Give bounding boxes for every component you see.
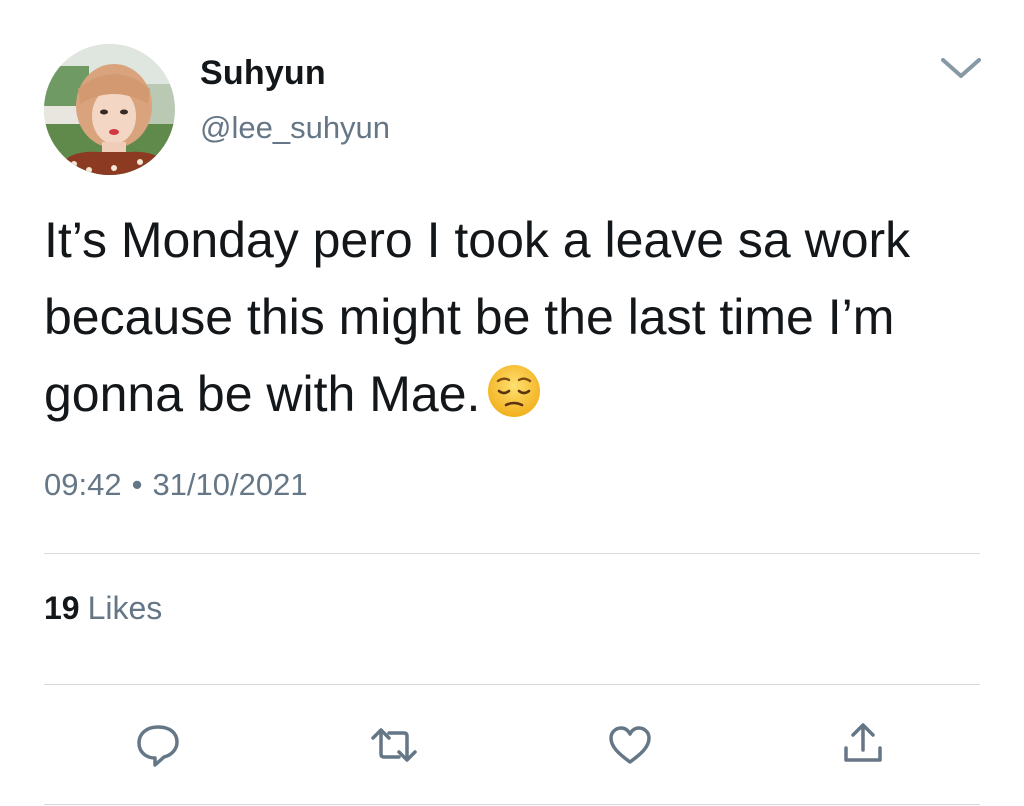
avatar[interactable] bbox=[44, 44, 175, 175]
tweet-time: 09:42 bbox=[44, 467, 122, 502]
tweet-body: It’s Monday pero I took a leave sa work … bbox=[44, 212, 911, 422]
avatar-photo bbox=[44, 44, 175, 175]
tweet-card: Suhyun @lee_suhyun It’s Monday pero I to… bbox=[0, 0, 1024, 806]
likes-label: Likes bbox=[87, 590, 163, 626]
likes-stat[interactable]: 19 Likes bbox=[44, 590, 162, 627]
divider bbox=[44, 684, 980, 685]
timestamp-separator: • bbox=[131, 467, 143, 502]
reply-button[interactable] bbox=[133, 720, 183, 770]
like-button[interactable] bbox=[605, 720, 655, 770]
retweet-button[interactable] bbox=[369, 720, 419, 770]
display-name[interactable]: Suhyun bbox=[200, 54, 326, 93]
tweet-date: 31/10/2021 bbox=[152, 467, 308, 502]
share-icon bbox=[844, 723, 882, 762]
user-handle[interactable]: @lee_suhyun bbox=[200, 110, 390, 146]
divider bbox=[44, 553, 980, 554]
reply-icon bbox=[137, 725, 179, 767]
share-button[interactable] bbox=[838, 720, 888, 770]
tweet-text: It’s Monday pero I took a leave sa work … bbox=[44, 202, 994, 433]
heart-icon bbox=[609, 726, 651, 764]
pensive-face-emoji-icon bbox=[486, 363, 542, 419]
tweet-timestamp[interactable]: 09:42 • 31/10/2021 bbox=[44, 467, 308, 503]
retweet-icon bbox=[371, 728, 417, 762]
bottom-divider bbox=[44, 804, 980, 805]
chevron-down-icon[interactable] bbox=[938, 52, 984, 82]
likes-count: 19 bbox=[44, 590, 80, 626]
